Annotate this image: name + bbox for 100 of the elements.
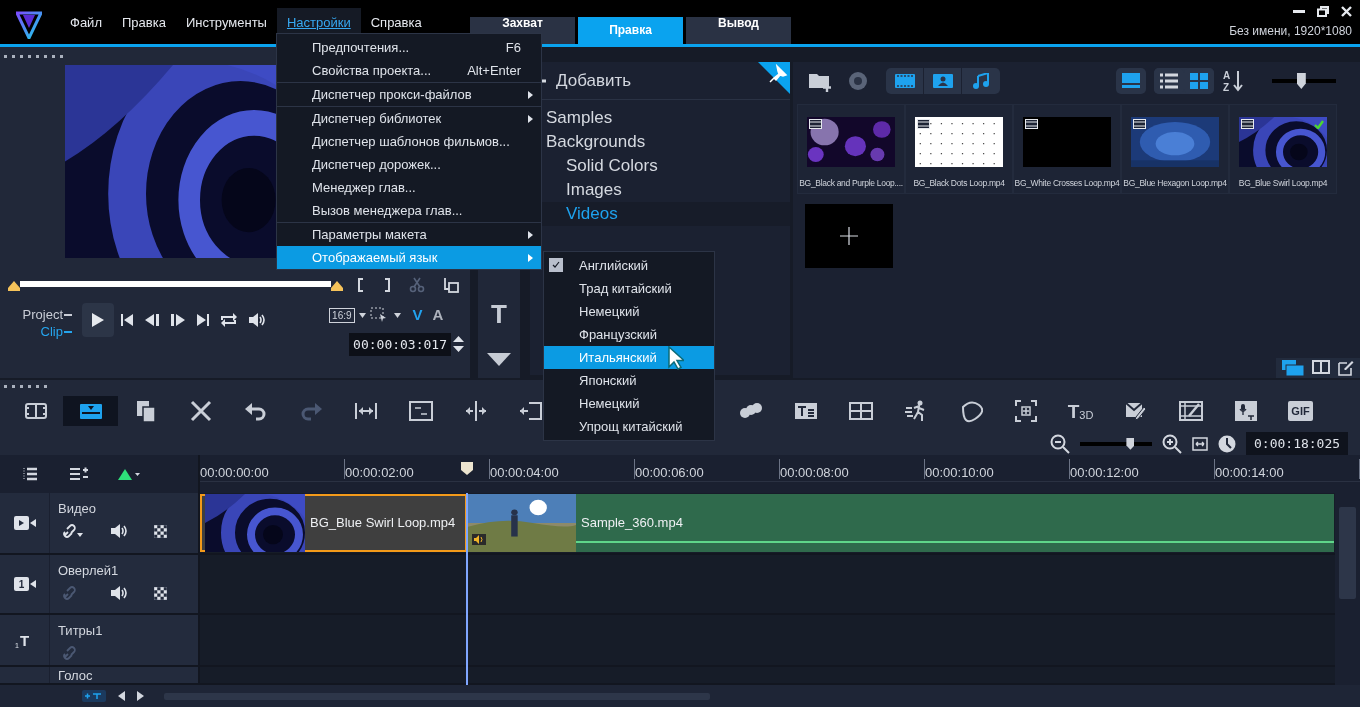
link-icon[interactable] [62, 524, 84, 538]
transparency-icon[interactable] [154, 586, 167, 600]
zoom-in-icon[interactable] [1162, 433, 1182, 454]
menu-item[interactable]: Трад китайский [544, 277, 714, 300]
film-icon [917, 119, 930, 129]
grip-handle[interactable] [4, 55, 66, 58]
trim-icon [518, 399, 543, 423]
repeat-icon[interactable] [220, 313, 238, 327]
track-manager-icon[interactable] [22, 467, 40, 481]
library-item[interactable]: BG_Blue Hexagon Loop.mp4 [1121, 104, 1229, 194]
mark-out-icon[interactable] [383, 278, 391, 292]
time-ruler[interactable]: 00:00:00:00 00:00:02:00 00:00:04:00 00:00:06:00 00:00:08:00 00:00:10:00 00:00:12:00 00:00:14:00 [200, 455, 1360, 493]
restore-icon[interactable] [1317, 6, 1329, 17]
menu-item[interactable]: Немецкий [544, 300, 714, 323]
storyboard-icon[interactable] [1282, 360, 1304, 376]
library-item[interactable]: BG_White Crosses Loop.mp4 [1013, 104, 1121, 194]
menu-item[interactable]: Свойства проекта... Alt+Enter [277, 59, 541, 82]
play-button[interactable] [82, 303, 114, 337]
menu-item[interactable]: Диспетчер дорожек... [277, 153, 541, 176]
menu-item[interactable]: Файл [60, 8, 112, 41]
tab[interactable]: Вывод [686, 17, 791, 44]
playhead-handle[interactable] [461, 462, 473, 475]
thumbnail-view-button[interactable] [1116, 68, 1146, 94]
menu-item[interactable]: Диспетчер шаблонов фильмов... [277, 130, 541, 153]
track-toggle[interactable]: A [432, 304, 444, 327]
track-toggle[interactable]: V [412, 304, 423, 327]
volume-icon[interactable] [248, 313, 266, 327]
time-label: 00:00:14:00 [1215, 459, 1360, 479]
menu-item[interactable]: Английский [544, 254, 714, 277]
library-item[interactable]: BG_Black and Purple Loop.... [797, 104, 905, 194]
volume-icon[interactable] [110, 524, 128, 538]
checkbox[interactable] [549, 258, 563, 272]
track-name: Видео [58, 501, 97, 516]
library-item[interactable]: BG_Blue Swirl Loop.mp4 [1229, 104, 1337, 194]
file-name: BG_Black and Purple Loop.... [799, 177, 903, 190]
timecode-field[interactable]: 00:00:03:017 [349, 332, 451, 356]
library-item[interactable]: BG_Black Dots Loop.mp4 [905, 104, 1013, 194]
submenu-arrow-icon [528, 114, 533, 123]
grip-handle[interactable] [4, 385, 50, 388]
menu-item[interactable]: Немецкий [544, 392, 714, 415]
caret-icon[interactable] [358, 312, 366, 318]
gif-button[interactable]: GIF [1282, 396, 1319, 426]
pin-icon[interactable] [758, 62, 790, 94]
title-button[interactable]: T [491, 301, 507, 327]
mode-toggle[interactable]: Project [22, 306, 72, 323]
add-track-icon[interactable] [82, 690, 106, 702]
transparency-icon[interactable] [154, 524, 167, 538]
thumbnail-view-icon [1122, 73, 1140, 89]
clip-name: Sample_360.mp4 [580, 514, 683, 533]
size-slider[interactable] [1272, 73, 1336, 89]
track-header[interactable]: Голос [0, 667, 200, 685]
time-label: 00:00:06:00 [635, 459, 780, 479]
menu-item[interactable]: Диспетчер библиотек [277, 107, 541, 130]
scissors-icon[interactable] [409, 277, 425, 293]
menu-item[interactable]: Французский [544, 323, 714, 346]
menu-item[interactable]: Менеджер глав... [277, 176, 541, 199]
fit-icon[interactable] [1192, 436, 1208, 451]
menu-item[interactable]: Японский [544, 369, 714, 392]
marker-icon[interactable] [118, 468, 140, 480]
copy-frame-icon[interactable] [443, 277, 459, 293]
volume-icon[interactable] [110, 586, 128, 600]
zoom-slider[interactable] [1080, 435, 1152, 452]
scroll-right-icon[interactable] [137, 691, 144, 701]
add-track-icon[interactable] [70, 467, 88, 481]
menu-item[interactable]: Правка [111, 8, 176, 41]
track-header[interactable]: Видео [0, 493, 200, 555]
video-clip[interactable]: BG_Blue Swirl Loop.mp4 [200, 494, 467, 552]
file-name: BG_White Crosses Loop.mp4 [1014, 177, 1120, 190]
next-frame-icon[interactable] [170, 313, 186, 327]
skip-end-icon[interactable] [196, 313, 210, 327]
mode-toggle[interactable]: Clip [40, 323, 72, 340]
menu-item[interactable]: Упрощ китайский [544, 415, 714, 438]
trim-bar[interactable] [8, 279, 343, 291]
title-3d-button[interactable]: T3D [1061, 396, 1100, 426]
film-icon [1025, 119, 1038, 129]
expand-icon[interactable] [487, 353, 511, 366]
add-label[interactable]: Добавить [556, 67, 632, 94]
menu-item[interactable]: Инструменты [175, 8, 277, 41]
clock-icon[interactable] [1218, 434, 1236, 453]
zoom-out-icon[interactable] [1050, 433, 1070, 454]
track-header[interactable]: 1 Оверлей1 [0, 555, 200, 615]
mark-in-icon[interactable] [357, 278, 365, 292]
video-clip[interactable]: Sample_360.mp4 [468, 494, 1334, 552]
menu-item[interactable]: Диспетчер прокси-файлов [277, 83, 541, 106]
scrollbar-thumb[interactable] [1339, 507, 1356, 599]
caret-icon[interactable] [393, 312, 401, 318]
split-view-icon[interactable] [1312, 360, 1330, 374]
aspect-ratio-button[interactable]: 16:9 [329, 307, 355, 323]
menu-item[interactable]: Параметры макета [277, 223, 541, 246]
toolbar-button[interactable] [63, 396, 118, 426]
skip-start-icon[interactable] [120, 313, 134, 327]
file-name: BG_Blue Swirl Loop.mp4 [1238, 177, 1328, 190]
close-icon[interactable] [1341, 6, 1352, 17]
scroll-left-icon[interactable] [118, 691, 125, 701]
track-name: Оверлей1 [58, 563, 120, 578]
spinner-icon[interactable] [453, 335, 464, 354]
aperture-icon[interactable] [848, 71, 868, 91]
previous-frame-icon[interactable] [144, 313, 160, 327]
resize-icon [408, 399, 433, 423]
edit-icon[interactable] [1338, 360, 1354, 376]
